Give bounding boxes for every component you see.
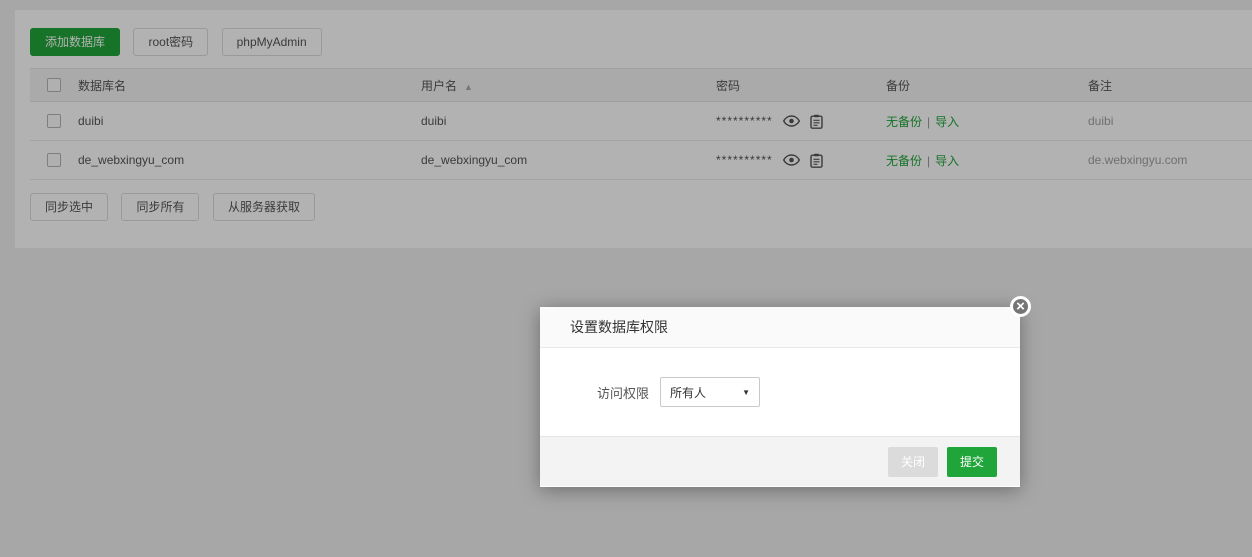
set-permission-modal: × 设置数据库权限 访问权限 所有人 ▼ 关闭 提交 xyxy=(540,296,1031,487)
close-icon[interactable]: × xyxy=(1010,296,1031,317)
chevron-down-icon: ▼ xyxy=(742,387,750,397)
close-button[interactable]: 关闭 xyxy=(887,446,938,477)
access-permission-select[interactable]: 所有人 ▼ xyxy=(660,377,760,407)
submit-button[interactable]: 提交 xyxy=(946,446,997,477)
access-permission-label: 访问权限 xyxy=(597,385,650,401)
database-page: 添加数据库 root密码 phpMyAdmin 数据库名 用户名 ▲ 密码 备份 … xyxy=(0,0,1252,557)
select-value: 所有人 xyxy=(670,385,707,400)
modal-title: 设置数据库权限 xyxy=(570,319,668,335)
